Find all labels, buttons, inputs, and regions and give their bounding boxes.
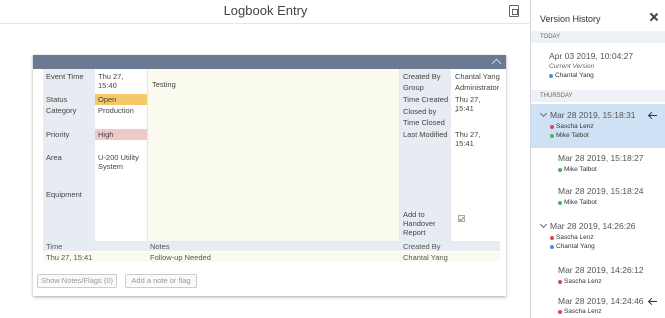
version-time: Mar 28 2019, 14:26:26 — [550, 221, 636, 231]
version-user: Chantal Yang — [549, 72, 594, 79]
version-item[interactable]: Mar 28 2019, 15:18:24 Mike Talbot — [531, 183, 665, 213]
equipment-label: Equipment — [46, 190, 82, 199]
page-title: Logbook Entry — [223, 3, 308, 18]
section-thursday: THURSDAY — [531, 90, 665, 102]
row-time: Thu 27, 15:41 — [46, 253, 93, 262]
header-notes: Notes — [150, 242, 170, 251]
note-text: Testing — [152, 80, 176, 89]
status-label: Status — [46, 95, 68, 104]
last-modified-value: Thu 27, 15:41 — [455, 130, 481, 148]
collapse-icon[interactable] — [491, 58, 502, 69]
card-header — [33, 55, 506, 69]
time-closed-label: Time Closed — [403, 118, 445, 127]
section-today: TODAY — [531, 31, 665, 43]
add-note-button[interactable]: Add a note or flag — [125, 274, 197, 288]
version-user: Chantal Yang — [550, 243, 595, 250]
handover-label: Add to Handover Report — [403, 210, 436, 237]
row-created-by: Chantal Yang — [403, 253, 448, 262]
category-label: Category — [46, 106, 77, 115]
created-by-label: Created By — [403, 72, 441, 81]
last-modified-label: Last Modified — [403, 130, 448, 139]
logbook-panel: Logbook Entry Testing Event Time Thu 27,… — [0, 0, 531, 318]
created-by-value: Chantal Yang — [455, 72, 500, 81]
version-user: Mike Talbot — [558, 166, 597, 173]
priority-label: Priority — [46, 130, 70, 139]
notes-area[interactable]: Testing — [147, 69, 400, 244]
version-time: Mar 28 2019, 15:18:31 — [550, 110, 636, 120]
version-item-selected[interactable]: Mar 28 2019, 15:18:31 Sascha Lenz Mike T… — [531, 104, 665, 148]
group-label: Group — [403, 83, 424, 92]
area-label: Area — [46, 153, 62, 162]
closed-by-value: - — [455, 107, 458, 116]
version-user: Sascha Lenz — [550, 123, 594, 130]
version-history-title: Version History — [540, 14, 601, 24]
event-time-value[interactable]: Thu 27, 15:40 — [95, 71, 147, 91]
priority-value[interactable]: High — [95, 129, 147, 140]
restore-icon[interactable] — [649, 112, 659, 120]
version-user: Sascha Lenz — [558, 308, 602, 315]
version-time: Mar 28 2019, 15:18:24 — [558, 186, 644, 196]
event-time-label: Event Time — [46, 72, 84, 81]
logbook-entry-card: Testing Event Time Thu 27, 15:40 Status … — [33, 55, 506, 296]
version-time: Mar 28 2019, 14:26:12 — [558, 265, 644, 275]
version-item[interactable]: Mar 28 2019, 14:24:46 Sascha Lenz — [531, 293, 665, 318]
area-line-2: System — [98, 162, 124, 171]
version-item[interactable]: Mar 28 2019, 14:26:26 Sascha Lenz Chanta… — [531, 218, 665, 258]
version-item[interactable]: Apr 03 2019, 10:04:27 Current Version Ch… — [531, 45, 665, 87]
closed-by-label: Closed by — [403, 107, 437, 116]
row-note: Follow-up Needed — [150, 253, 211, 262]
header-time: Time — [46, 242, 63, 251]
version-user: Sascha Lenz — [550, 234, 594, 241]
chevron-down-icon[interactable] — [539, 109, 548, 118]
pdf-export-icon[interactable] — [509, 5, 519, 17]
close-icon[interactable] — [649, 12, 659, 22]
current-version-label: Current Version — [549, 63, 595, 70]
version-user: Mike Talbot — [558, 199, 597, 206]
version-user: Mike Talbot — [550, 132, 589, 139]
time-created-label: Time Created — [403, 95, 449, 104]
time-created-value: Thu 27, 15:41 — [455, 95, 481, 113]
chevron-down-icon[interactable] — [539, 220, 548, 229]
version-history-panel: Version History TODAY Apr 03 2019, 10:04… — [531, 0, 665, 318]
version-item[interactable]: Mar 28 2019, 14:26:12 Sascha Lenz — [531, 262, 665, 290]
restore-icon[interactable] — [649, 298, 659, 306]
group-value: Administrator — [455, 83, 500, 92]
status-value[interactable]: Open — [95, 94, 147, 105]
handover-checkbox[interactable] — [458, 215, 465, 222]
show-notes-button[interactable]: Show Notes/Flags (0) — [37, 274, 117, 288]
version-time: Mar 28 2019, 14:24:46 — [558, 296, 644, 306]
title-bar: Logbook Entry — [0, 0, 531, 24]
area-line-1: U-200 Utility — [98, 153, 139, 162]
version-time: Mar 28 2019, 15:18:27 — [558, 153, 644, 163]
entry-details: Testing Event Time Thu 27, 15:40 Status … — [43, 69, 500, 249]
version-item[interactable]: Mar 28 2019, 15:18:27 Mike Talbot — [531, 150, 665, 180]
notes-table-header: Time Notes Created By — [43, 241, 500, 251]
category-value[interactable]: Production — [95, 105, 147, 116]
header-created-by: Created By — [403, 242, 441, 251]
table-row[interactable]: Thu 27, 15:41 Follow-up Needed Chantal Y… — [43, 252, 500, 262]
version-time: Apr 03 2019, 10:04:27 — [549, 51, 634, 61]
version-user: Sascha Lenz — [558, 278, 602, 285]
area-value[interactable]: U-200 Utility System — [95, 152, 147, 172]
